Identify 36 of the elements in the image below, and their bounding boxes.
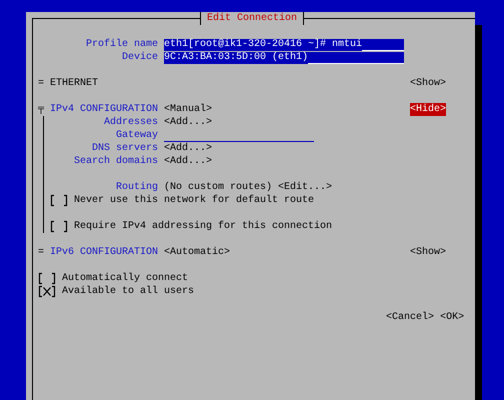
field-label: Gateway [115, 129, 158, 142]
dialog-button[interactable]: <Cancel> [386, 311, 434, 324]
add-button[interactable]: <Add...> [164, 142, 212, 155]
checkbox-icon[interactable] [50, 220, 68, 233]
section-marker: = [38, 77, 44, 90]
input-field[interactable]: 9C:A3:BA:03:5D:00 (eth1) [164, 52, 404, 64]
routes-status: (No custom routes) [164, 181, 272, 194]
section-title: ETHERNET [49, 77, 98, 90]
section-title: IPv6 CONFIGURATION [49, 246, 158, 259]
mode-dropdown[interactable]: <Automatic> [164, 246, 230, 259]
checkbox-option[interactable]: Available to all users [38, 285, 194, 298]
field-label: Device [121, 51, 158, 64]
toggle-button[interactable]: <Hide> [410, 103, 446, 116]
checkbox-option[interactable]: Automatically connect [38, 272, 188, 285]
field-label: Addresses [103, 116, 158, 129]
checkbox-icon[interactable] [38, 285, 56, 298]
checkbox-icon[interactable] [38, 272, 56, 285]
section-marker: ╤ [38, 103, 44, 116]
field-label: DNS servers [91, 142, 158, 155]
field-label: Routing [115, 181, 158, 194]
edit-button[interactable]: <Edit...> [278, 181, 332, 194]
checkbox-label[interactable]: Available to all users [62, 285, 194, 298]
checkbox-icon[interactable] [50, 194, 68, 207]
checkbox-label[interactable]: Automatically connect [62, 272, 188, 285]
mode-dropdown[interactable]: <Manual> [164, 103, 212, 116]
field-label: Search domains [73, 155, 158, 168]
input-field[interactable]: eth1[root@ik1-320-20416 ~]# nmtui [164, 38, 404, 50]
toggle-button[interactable]: <Show> [410, 77, 446, 90]
dialog-title: Edit Connection [200, 12, 304, 25]
add-button[interactable]: <Add...> [164, 116, 212, 129]
section-title: IPv4 CONFIGURATION [49, 103, 158, 116]
section-marker: = [38, 246, 44, 259]
dialog-button[interactable]: <OK> [440, 311, 464, 324]
field-label: Profile name [85, 38, 158, 51]
add-button[interactable]: <Add...> [164, 155, 212, 168]
toggle-button[interactable]: <Show> [410, 246, 446, 259]
